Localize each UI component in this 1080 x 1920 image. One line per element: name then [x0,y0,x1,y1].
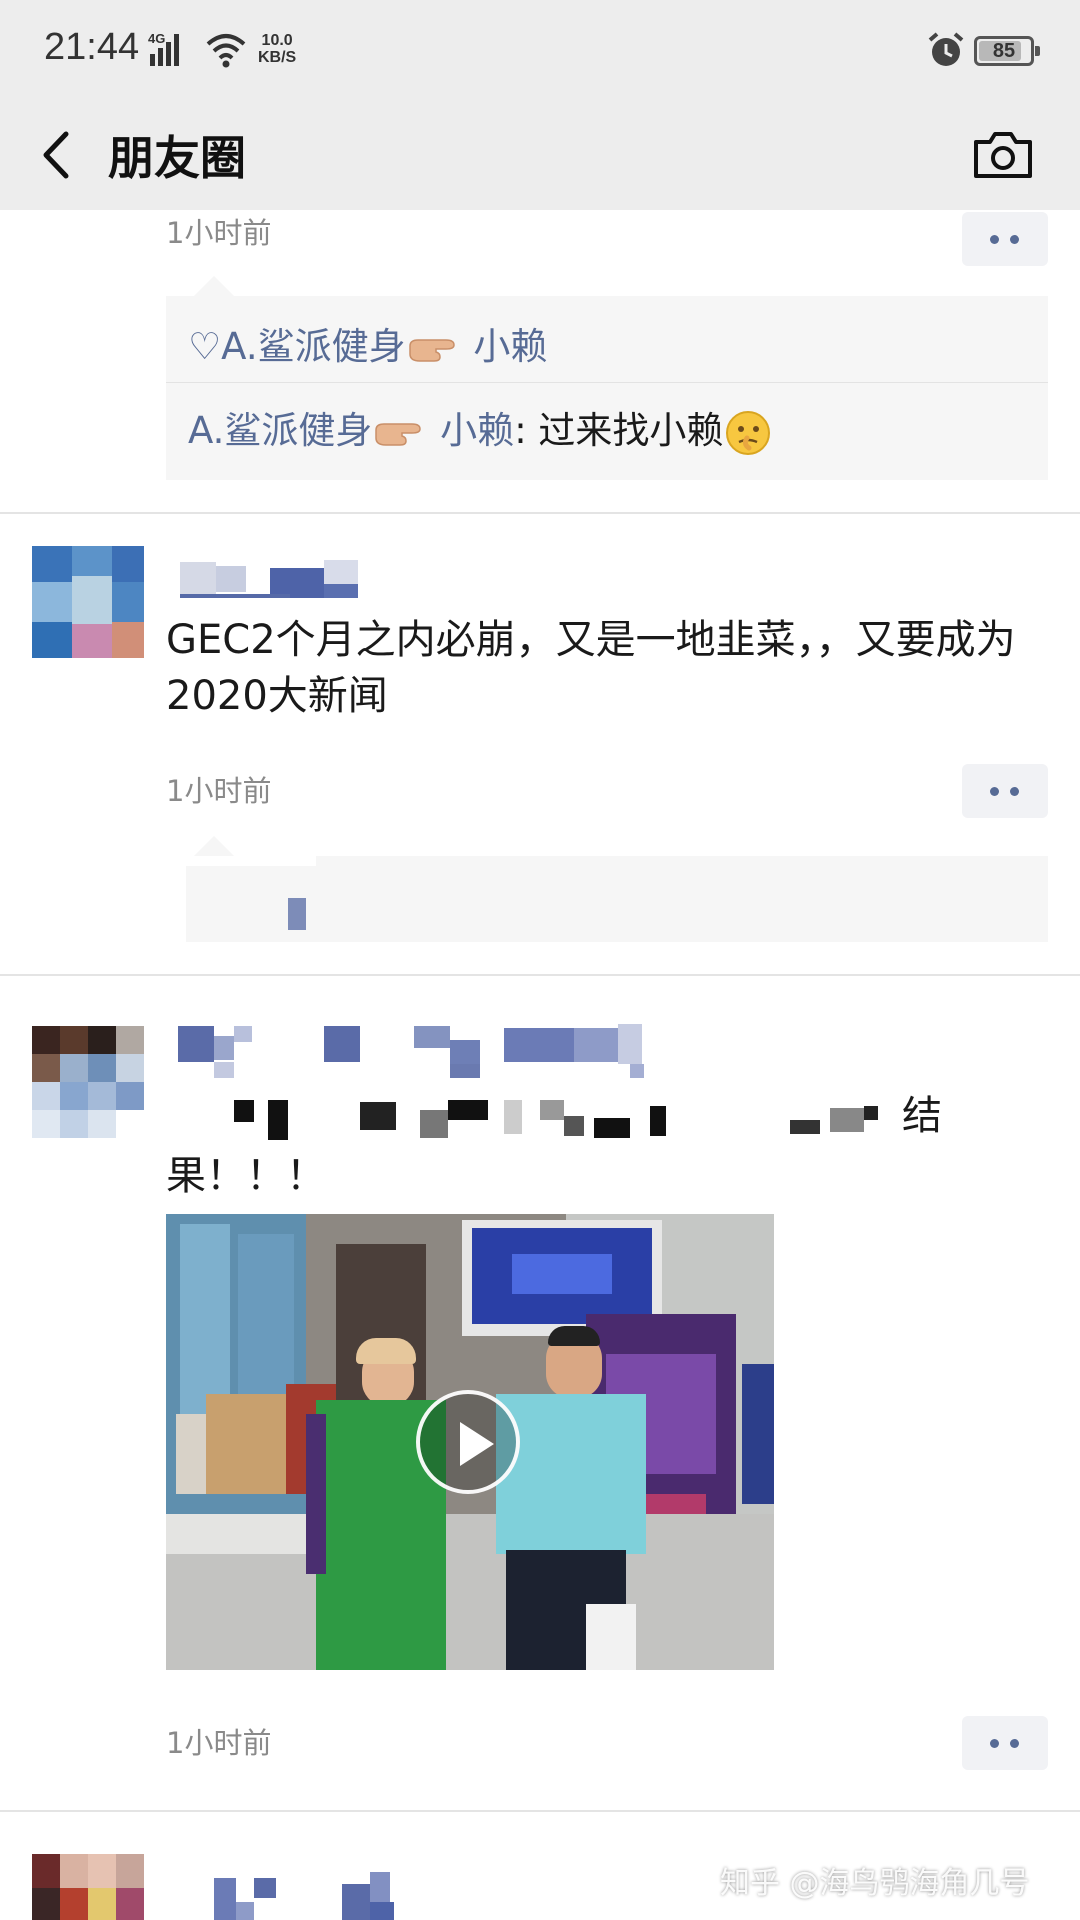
svg-text:4G: 4G [148,31,165,46]
post-divider [0,512,1080,514]
post-text: GEC2个月之内必崩，又是一地韭菜，，又要成为2020大新闻 [166,617,1016,719]
pointing-hand-icon [408,338,455,362]
battery-percent: 85 [992,40,1016,62]
pointing-hand-icon [375,422,422,446]
dot-icon [1010,787,1019,796]
dot-icon [990,787,999,796]
play-icon[interactable] [416,1390,520,1494]
more-actions-button[interactable] [962,764,1048,818]
dot-icon [990,235,999,244]
alarm-icon [928,32,964,66]
signal-4g-icon: 4G [148,31,179,66]
comment-separator: : [514,409,539,452]
dot-icon [990,1739,999,1748]
post-time: 1小时前 [166,216,272,250]
like-name-tail: 小赖 [461,325,548,368]
post-text: 果！！！ [166,1153,326,1199]
comment-text: 过来找小赖 [538,409,724,452]
battery-indicator: 85 [974,36,1040,66]
post-divider [0,974,1080,976]
more-actions-button[interactable] [962,212,1048,266]
avatar[interactable] [32,546,144,658]
post-time: 1小时前 [166,1726,272,1760]
more-actions-button[interactable] [962,1716,1048,1770]
camera-icon[interactable] [970,122,1036,188]
wifi-icon [206,34,246,68]
divider [166,382,1048,383]
likes-comments-box: ♡A.鲨派健身 小赖 A.鲨派健身 小赖: 过来找小赖 [166,276,1048,480]
network-speed: 10.0 KB/S [258,32,297,66]
watermark: 知乎 @海鸟鸮海角几号 [720,1866,1030,1901]
dot-icon [1010,1739,1019,1748]
like-names: ♡A.鲨派健身 [188,325,406,368]
avatar[interactable] [32,1854,144,1920]
likes-box [166,836,1048,942]
back-icon[interactable] [32,120,82,190]
moments-feed[interactable]: 1小时前 ♡A.鲨派健身 小赖 A.鲨派健身 小赖: 过来找小赖 GEC2个月之… [0,210,1080,1920]
post-divider [0,1810,1080,1812]
post-time: 1小时前 [166,774,272,808]
comment-author[interactable]: A.鲨派健身 [188,409,372,452]
post-text-fragment: 结 [902,1093,942,1139]
video-thumbnail[interactable] [166,1214,774,1670]
avatar[interactable] [32,1026,144,1138]
page-title: 朋友圈 [108,131,246,185]
comment-row[interactable]: A.鲨派健身 小赖: 过来找小赖 [188,400,773,458]
status-time: 21:44 [44,26,140,68]
likes-row[interactable]: ♡A.鲨派健身 小赖 [188,316,547,370]
dot-icon [1010,235,1019,244]
thinking-face-icon [726,410,771,455]
status-bar: 21:44 4G 10.0 KB/S 85 [0,0,1080,100]
liker-name-redacted[interactable] [288,898,306,930]
nav-bar: 朋友圈 [0,100,1080,210]
comment-author-tail[interactable]: 小赖 [428,409,514,452]
